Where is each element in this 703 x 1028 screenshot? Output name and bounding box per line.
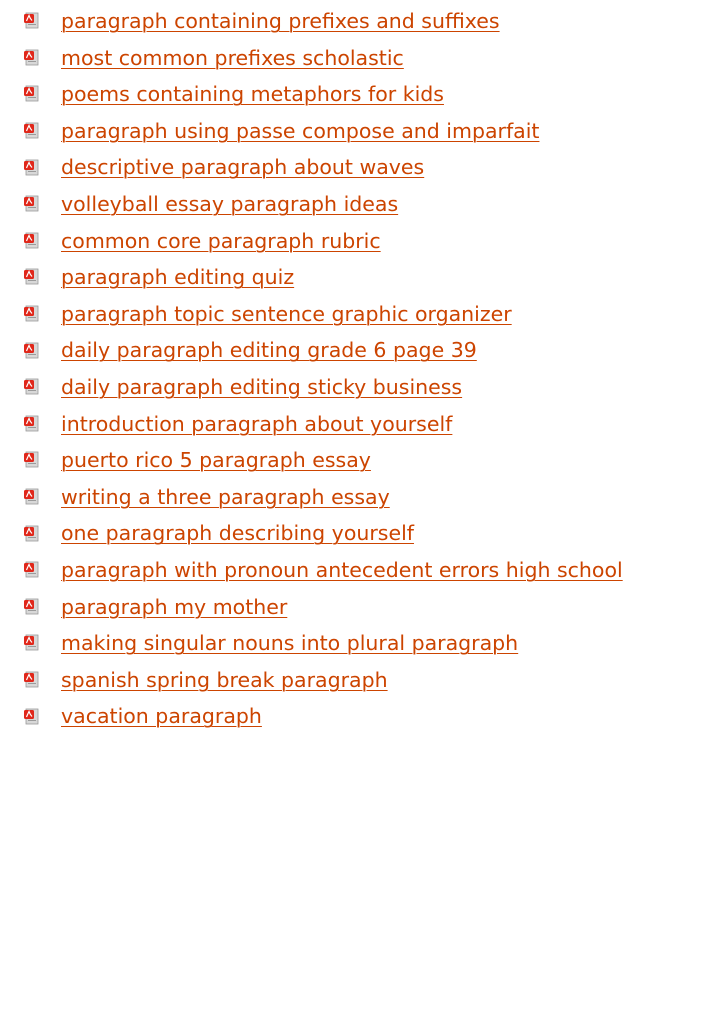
pdf-link[interactable]: paragraph with pronoun antecedent errors… <box>61 560 623 581</box>
pdf-link-list: paragraph containing prefixes and suffix… <box>0 3 703 735</box>
pdf-link[interactable]: paragraph editing quiz <box>61 267 294 288</box>
pdf-file-icon <box>24 708 39 724</box>
pdf-file-icon <box>24 525 39 542</box>
pdf-file-icon <box>24 305 39 322</box>
pdf-file-icon <box>24 598 39 615</box>
list-item: daily paragraph editing grade 6 page 39 <box>0 332 703 369</box>
pdf-link[interactable]: introduction paragraph about yourself <box>61 414 452 435</box>
list-item: vacation paragraph <box>0 698 703 735</box>
pdf-link[interactable]: common core paragraph rubric <box>61 231 381 252</box>
pdf-link[interactable]: puerto rico 5 paragraph essay <box>61 450 371 471</box>
pdf-file-icon <box>24 159 39 176</box>
pdf-link[interactable]: making singular nouns into plural paragr… <box>61 633 518 654</box>
list-item: paragraph using passe compose and imparf… <box>0 113 703 150</box>
list-item: paragraph my mother <box>0 589 703 626</box>
pdf-link[interactable]: daily paragraph editing sticky business <box>61 377 462 398</box>
pdf-file-icon <box>24 122 39 139</box>
pdf-link[interactable]: vacation paragraph <box>61 706 262 727</box>
list-item: poems containing metaphors for kids <box>0 76 703 113</box>
list-item: common core paragraph rubric <box>0 223 703 260</box>
pdf-link[interactable]: paragraph using passe compose and imparf… <box>61 121 539 142</box>
pdf-file-icon <box>24 12 39 29</box>
pdf-link[interactable]: spanish spring break paragraph <box>61 670 388 691</box>
pdf-file-icon <box>24 232 39 249</box>
list-item: paragraph with pronoun antecedent errors… <box>0 552 703 589</box>
list-item: paragraph topic sentence graphic organiz… <box>0 296 703 333</box>
list-item: puerto rico 5 paragraph essay <box>0 442 703 479</box>
pdf-file-icon <box>24 671 39 688</box>
pdf-link[interactable]: most common prefixes scholastic <box>61 48 404 69</box>
pdf-file-icon <box>24 561 39 578</box>
pdf-file-icon <box>24 452 39 468</box>
pdf-link[interactable]: daily paragraph editing grade 6 page 39 <box>61 340 477 361</box>
list-item: daily paragraph editing sticky business <box>0 369 703 406</box>
list-item: paragraph editing quiz <box>0 259 703 296</box>
pdf-file-icon <box>24 86 39 102</box>
pdf-link[interactable]: volleyball essay paragraph ideas <box>61 194 398 215</box>
pdf-file-icon <box>24 195 39 212</box>
list-item: writing a three paragraph essay <box>0 479 703 516</box>
pdf-link[interactable]: paragraph my mother <box>61 597 287 618</box>
pdf-file-icon <box>24 378 39 395</box>
pdf-link[interactable]: one paragraph describing yourself <box>61 523 414 544</box>
pdf-link[interactable]: writing a three paragraph essay <box>61 487 390 508</box>
list-item: one paragraph describing yourself <box>0 515 703 552</box>
pdf-link[interactable]: paragraph topic sentence graphic organiz… <box>61 304 512 325</box>
pdf-file-icon <box>24 634 39 651</box>
list-item: paragraph containing prefixes and suffix… <box>0 3 703 40</box>
list-item: volleyball essay paragraph ideas <box>0 186 703 223</box>
pdf-file-icon <box>24 49 39 66</box>
pdf-file-icon <box>24 342 39 359</box>
list-item: descriptive paragraph about waves <box>0 149 703 186</box>
list-item: spanish spring break paragraph <box>0 662 703 699</box>
pdf-file-icon <box>24 415 39 432</box>
pdf-link[interactable]: poems containing metaphors for kids <box>61 84 444 105</box>
pdf-file-icon <box>24 269 39 285</box>
list-item: making singular nouns into plural paragr… <box>0 625 703 662</box>
list-item: introduction paragraph about yourself <box>0 406 703 443</box>
list-item: most common prefixes scholastic <box>0 40 703 77</box>
pdf-file-icon <box>24 488 39 505</box>
pdf-link[interactable]: descriptive paragraph about waves <box>61 157 424 178</box>
pdf-link[interactable]: paragraph containing prefixes and suffix… <box>61 11 500 32</box>
